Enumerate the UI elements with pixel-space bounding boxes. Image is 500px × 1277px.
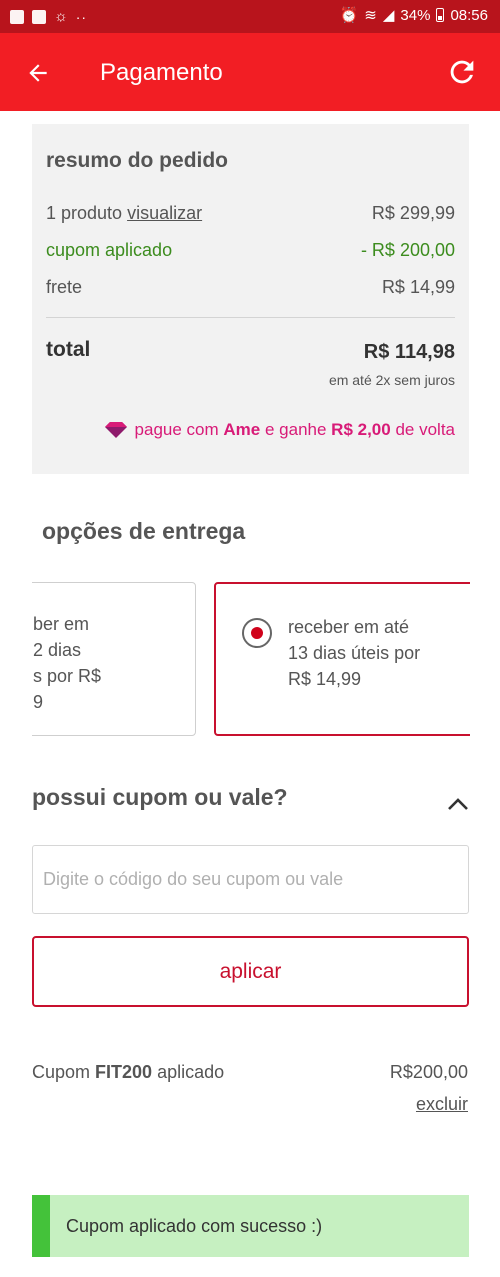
remove-coupon-link[interactable]: excluir: [416, 1094, 468, 1115]
delivery-option-card[interactable]: ber em 2 dias s por R$ 9: [32, 582, 196, 736]
collapse-coupon-button[interactable]: [442, 788, 474, 820]
battery-percent: 34%: [400, 6, 431, 24]
applied-coupon-code: FIT200: [95, 1062, 153, 1082]
app-bar: Pagamento: [0, 33, 500, 111]
clock: 08:56: [450, 6, 488, 24]
toast-message: Cupom aplicado com sucesso :): [66, 1215, 323, 1236]
applied-coupon-value: R$200,00: [389, 1062, 468, 1082]
status-bar: ☼ ·· ⏰ ≋ ◢ 34% 08:56: [0, 0, 500, 33]
refresh-icon: [450, 60, 474, 84]
signal-icon: ◢: [382, 7, 395, 24]
applied-coupon-prefix: Cupom: [32, 1062, 91, 1082]
coupon-section-title: possui cupom ou vale?: [32, 784, 288, 810]
ame-cashback-value: R$ 2,00: [331, 420, 391, 439]
delivery-option-card-selected[interactable]: receber em até 13 dias úteis por R$ 14,9…: [214, 582, 470, 736]
more-notifications: ··: [75, 8, 88, 25]
summary-title: resumo do pedido: [46, 149, 229, 172]
ame-cashback-promo: pague com Ame e ganhe R$ 2,00 de volta: [104, 420, 455, 440]
coupon-row: cupom aplicado - R$ 200,00: [46, 240, 455, 261]
product-price: R$ 299,99: [371, 203, 455, 223]
coupon-code-input[interactable]: [32, 845, 469, 914]
status-notifications: ☼ ··: [10, 8, 87, 25]
delivery-option-text: ber em 2 dias s por R$ 9: [33, 614, 102, 712]
weather-icon: ☼: [54, 8, 68, 25]
success-toast: Cupom aplicado com sucesso :): [32, 1195, 469, 1257]
ame-diamond-icon: [104, 422, 127, 438]
product-row: 1 produto visualizar R$ 299,99: [46, 203, 455, 224]
shipping-row: frete R$ 14,99: [46, 277, 455, 298]
summary-divider: [46, 317, 455, 318]
total-value: R$ 114,98: [363, 341, 455, 363]
coupon-discount: - R$ 200,00: [360, 240, 455, 260]
news-notification-icon: [32, 9, 46, 24]
ame-suffix: de volta: [395, 420, 455, 439]
delivery-option-radio[interactable]: [242, 618, 272, 648]
image-notification-icon: [10, 9, 24, 24]
wifi-icon: ≋: [364, 7, 377, 24]
apply-coupon-button[interactable]: aplicar: [32, 936, 469, 1007]
chevron-up-icon: [448, 798, 468, 810]
installments-text: em até 2x sem juros: [328, 372, 455, 388]
total-label: total: [46, 338, 91, 361]
view-products-link[interactable]: visualizar: [127, 203, 202, 223]
ame-brand: Ame: [223, 420, 261, 439]
delivery-option-text: receber em até 13 dias úteis por R$ 14,9…: [288, 617, 421, 689]
applied-coupon-info: Cupom FIT200 aplicado: [32, 1062, 224, 1083]
ame-middle: e ganhe: [264, 420, 327, 439]
alarm-icon: ⏰: [339, 7, 359, 24]
delivery-options-carousel[interactable]: ber em 2 dias s por R$ 9 receber em até …: [32, 580, 470, 740]
battery-icon: [436, 8, 445, 22]
shipping-price: R$ 14,99: [381, 277, 455, 297]
page-title: Pagamento: [100, 59, 223, 86]
product-count: 1 produto: [46, 203, 123, 223]
coupon-label: cupom aplicado: [46, 240, 173, 260]
arrow-left-icon: [29, 64, 47, 82]
radio-selected-dot: [251, 627, 263, 639]
back-button[interactable]: [20, 55, 56, 91]
status-system: ⏰ ≋ ◢ 34% 08:56: [339, 6, 488, 25]
refresh-button[interactable]: [444, 54, 480, 90]
order-summary: resumo do pedido 1 produto visualizar R$…: [32, 124, 469, 474]
shipping-label: frete: [46, 277, 83, 297]
delivery-options-title: opções de entrega: [42, 518, 246, 544]
ame-prefix: pague com: [134, 420, 219, 439]
applied-coupon-suffix: aplicado: [157, 1062, 225, 1082]
product-label: 1 produto visualizar: [46, 203, 202, 224]
